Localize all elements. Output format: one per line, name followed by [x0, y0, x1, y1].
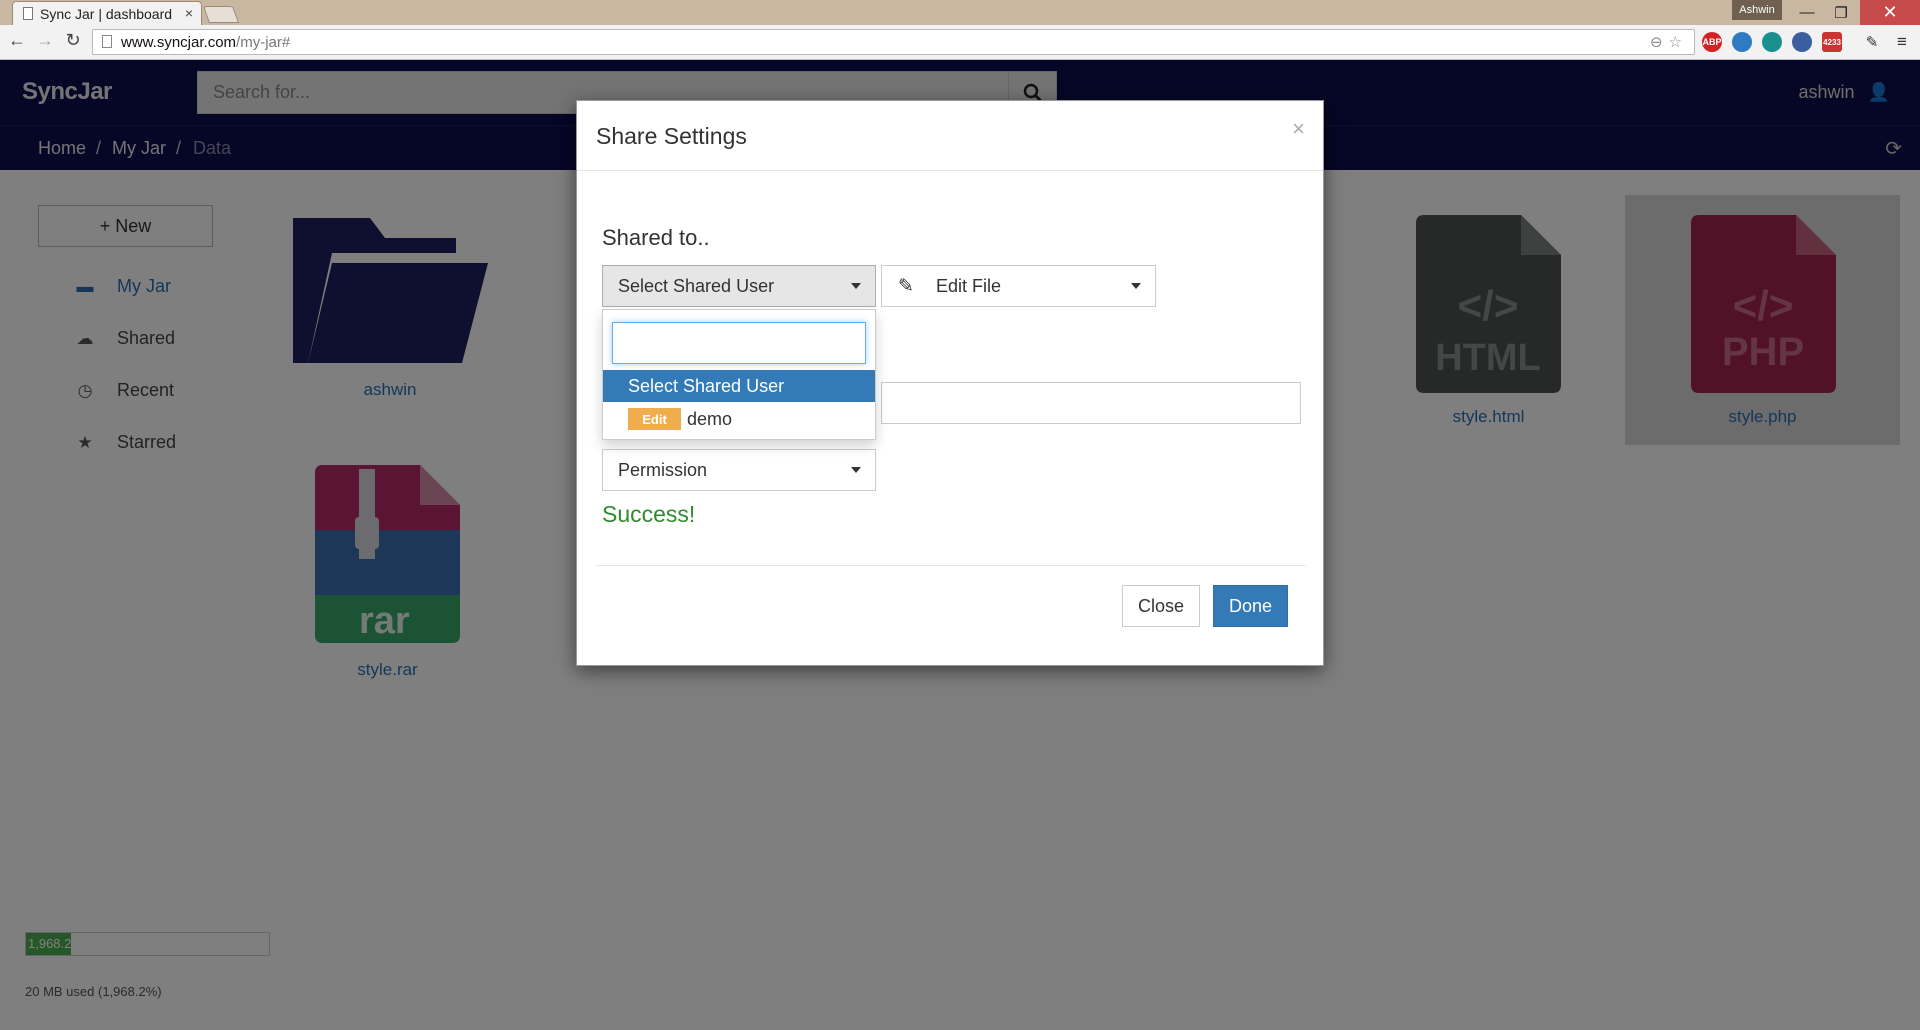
pencil-icon: ✎	[898, 276, 914, 297]
wave-extension-icon[interactable]	[1762, 32, 1782, 52]
success-message: Success!	[602, 501, 696, 527]
share-text-field[interactable]	[881, 382, 1301, 424]
menu-icon[interactable]: ≡	[1892, 32, 1912, 52]
new-tab-button[interactable]	[202, 6, 240, 23]
close-icon[interactable]: ×	[1292, 116, 1305, 142]
url-host: www.syncjar.com	[121, 33, 237, 51]
edit-tag: Edit	[628, 408, 681, 430]
browser-tab[interactable]: Sync Jar | dashboard ×	[12, 1, 202, 25]
close-button[interactable]: Close	[1122, 585, 1200, 627]
browser-toolbar: ← → ↻ www.syncjar.com/my-jar# ⊖☆ ABP 423…	[0, 25, 1920, 60]
share-settings-modal: Share Settings × Shared to.. Select Shar…	[576, 100, 1324, 666]
url-path: /my-jar#	[236, 33, 291, 51]
pen-extension-icon[interactable]: ✎	[1862, 32, 1882, 52]
back-arrow-icon[interactable]: ←	[6, 30, 28, 51]
done-button[interactable]: Done	[1213, 585, 1288, 627]
caret-down-icon	[1131, 283, 1141, 289]
shared-to-label: Shared to..	[602, 225, 710, 250]
mail-extension-icon[interactable]: 4233	[1822, 32, 1842, 52]
window-close-icon[interactable]: ✕	[1860, 0, 1920, 25]
caret-down-icon	[851, 283, 861, 289]
modal-title: Share Settings	[596, 123, 747, 149]
shared-user-dropdown: Select Shared User Edit demo	[602, 309, 876, 440]
divider	[596, 565, 1306, 566]
browser-tab-strip: Sync Jar | dashboard × Ashwin — ❐ ✕	[0, 0, 1920, 25]
select-label: Edit File	[936, 275, 1002, 296]
option-name: demo	[687, 408, 733, 429]
select-label: Permission	[618, 459, 708, 480]
address-bar[interactable]: www.syncjar.com/my-jar# ⊖☆	[92, 29, 1695, 55]
page-icon	[102, 35, 112, 48]
forward-arrow-icon[interactable]: →	[34, 30, 56, 51]
tab-close-icon[interactable]: ×	[185, 5, 193, 21]
link-extension-icon[interactable]	[1792, 32, 1812, 52]
caret-down-icon	[851, 467, 861, 473]
reload-icon[interactable]: ↻	[62, 30, 84, 51]
permission-select[interactable]: Permission	[602, 449, 876, 491]
zoom-star-icons[interactable]: ⊖☆	[1650, 33, 1688, 51]
divider	[577, 170, 1323, 171]
maximize-icon[interactable]: ❐	[1818, 0, 1864, 25]
page-icon	[23, 7, 33, 20]
dropdown-option-active[interactable]: Select Shared User	[603, 370, 875, 402]
select-label: Select Shared User	[618, 275, 775, 296]
file-permission-select[interactable]: ✎ Edit File	[881, 265, 1156, 307]
shared-user-select[interactable]: Select Shared User	[602, 265, 876, 307]
tab-title: Sync Jar | dashboard	[40, 5, 173, 22]
dropdown-search-input[interactable]	[612, 322, 866, 364]
adblock-extension-icon[interactable]: ABP	[1702, 32, 1722, 52]
profile-badge[interactable]: Ashwin	[1732, 0, 1782, 20]
globe-extension-icon[interactable]	[1732, 32, 1752, 52]
dropdown-option-demo[interactable]: Edit demo	[603, 403, 875, 435]
